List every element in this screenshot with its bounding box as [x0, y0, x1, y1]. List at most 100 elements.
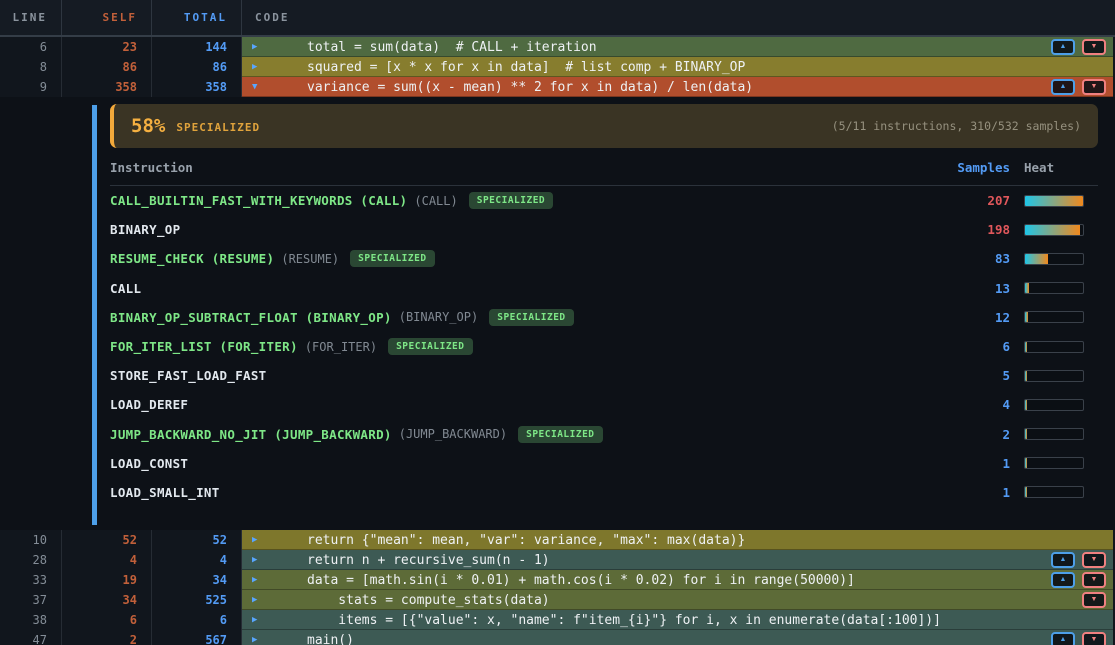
code-rows-bottom: 10 52 52 ▶return {"mean": mean, "var": v…	[0, 530, 1115, 645]
expand-collapsed-icon[interactable]: ▶	[252, 555, 307, 565]
code-heat-band[interactable]: ▶total = sum(data) # CALL + iteration ▲ …	[242, 37, 1113, 57]
heat-bar-fill	[1025, 487, 1027, 497]
jump-down-button[interactable]: ▼	[1082, 79, 1106, 95]
instruction-row: LOAD_SMALL_INT 1	[110, 478, 1098, 507]
line-number: 6	[0, 37, 62, 57]
heat-bar	[1024, 253, 1098, 265]
code-heat-band[interactable]: ▶squared = [x * x for x in data] # list …	[242, 57, 1113, 77]
code-row-line-37: 37 34 525 ▶ stats = compute_stats(data) …	[0, 590, 1115, 610]
col-header-self[interactable]: SELF	[62, 0, 152, 35]
code-heat-band[interactable]: ▶return {"mean": mean, "var": variance, …	[242, 530, 1113, 550]
col-header-instruction[interactable]: Instruction	[110, 160, 940, 175]
expand-expanded-icon[interactable]: ▼	[252, 82, 307, 92]
code-row-line-9: 9 358 358 ▼variance = sum((x - mean) ** …	[0, 77, 1115, 97]
code-heat-band[interactable]: ▼variance = sum((x - mean) ** 2 for x in…	[242, 77, 1113, 97]
heat-bar	[1024, 282, 1098, 294]
instruction-row: RESUME_CHECK (RESUME) (RESUME) SPECIALIZ…	[110, 244, 1098, 273]
instruction-detail-panel: 58% SPECIALIZED (5/11 instructions, 310/…	[0, 104, 1115, 530]
total-samples: 144	[152, 37, 242, 57]
heat-bar-fill	[1025, 429, 1027, 439]
instruction-row: STORE_FAST_LOAD_FAST 5	[110, 361, 1098, 390]
sample-count: 2	[940, 427, 1010, 442]
expand-collapsed-icon[interactable]: ▶	[252, 575, 307, 585]
specialized-badge: SPECIALIZED	[489, 309, 573, 326]
code-row-line-33: 33 19 34 ▶data = [math.sin(i * 0.01) + m…	[0, 570, 1115, 590]
sample-count: 1	[940, 485, 1010, 500]
code-heat-band[interactable]: ▶main() ▲ ▼	[242, 630, 1113, 645]
line-number: 38	[0, 610, 62, 630]
self-samples: 2	[62, 630, 152, 645]
code-heat-band[interactable]: ▶ stats = compute_stats(data) ▼	[242, 590, 1113, 610]
sample-count: 13	[940, 281, 1010, 296]
jump-up-button[interactable]: ▲	[1051, 39, 1075, 55]
sample-count: 207	[940, 193, 1010, 208]
self-samples: 358	[62, 77, 152, 97]
total-samples: 34	[152, 570, 242, 590]
specialized-badge: SPECIALIZED	[388, 338, 472, 355]
jump-up-button[interactable]: ▲	[1051, 632, 1075, 645]
expand-collapsed-icon[interactable]: ▶	[252, 535, 307, 545]
instruction-row: LOAD_CONST 1	[110, 449, 1098, 478]
total-samples: 4	[152, 550, 242, 570]
heat-bar	[1024, 428, 1098, 440]
heat-bar	[1024, 195, 1098, 207]
code-row-line-38: 38 6 6 ▶ items = [{"value": x, "name": f…	[0, 610, 1115, 630]
specialized-badge: SPECIALIZED	[350, 250, 434, 267]
heat-bar-fill	[1025, 225, 1080, 235]
code-heat-band[interactable]: ▶return n + recursive_sum(n - 1) ▲ ▼	[242, 550, 1113, 570]
profiler-app: LINE SELF TOTAL CODE 6 23 144 ▶total = s…	[0, 0, 1115, 645]
jump-up-button[interactable]: ▲	[1051, 572, 1075, 588]
heat-bar	[1024, 486, 1098, 498]
code-row-line-47: 47 2 567 ▶main() ▲ ▼	[0, 630, 1115, 645]
source-code: variance = sum((x - mean) ** 2 for x in …	[307, 80, 753, 95]
code-heat-band[interactable]: ▶ items = [{"value": x, "name": f"item_{…	[242, 610, 1113, 630]
heat-bar-fill	[1025, 400, 1027, 410]
total-samples: 358	[152, 77, 242, 97]
instruction-name: LOAD_DEREF	[110, 397, 188, 412]
jump-up-button[interactable]: ▲	[1051, 79, 1075, 95]
expand-collapsed-icon[interactable]: ▶	[252, 42, 307, 52]
source-code: stats = compute_stats(data)	[307, 593, 550, 608]
jump-down-button[interactable]: ▼	[1082, 552, 1106, 568]
instruction-name: LOAD_CONST	[110, 456, 188, 471]
total-samples: 52	[152, 530, 242, 550]
expand-collapsed-icon[interactable]: ▶	[252, 595, 307, 605]
source-code: return {"mean": mean, "var": variance, "…	[307, 533, 745, 548]
specialized-label: SPECIALIZED	[176, 121, 260, 134]
line-number: 10	[0, 530, 62, 550]
jump-up-button[interactable]: ▲	[1051, 552, 1075, 568]
expand-collapsed-icon[interactable]: ▶	[252, 62, 307, 72]
heat-bar	[1024, 311, 1098, 323]
instruction-name: STORE_FAST_LOAD_FAST	[110, 368, 267, 383]
heat-bar-fill	[1025, 283, 1029, 293]
self-samples: 86	[62, 57, 152, 77]
instruction-row: FOR_ITER_LIST (FOR_ITER) (FOR_ITER) SPEC…	[110, 332, 1098, 361]
total-samples: 86	[152, 57, 242, 77]
source-code: total = sum(data) # CALL + iteration	[307, 40, 597, 55]
code-row-line-8: 8 86 86 ▶squared = [x * x for x in data]…	[0, 57, 1115, 77]
col-header-total[interactable]: TOTAL	[152, 0, 242, 35]
heat-bar	[1024, 399, 1098, 411]
expand-collapsed-icon[interactable]: ▶	[252, 615, 307, 625]
code-heat-band[interactable]: ▶data = [math.sin(i * 0.01) + math.cos(i…	[242, 570, 1113, 590]
col-header-samples[interactable]: Samples	[940, 160, 1010, 175]
total-samples: 567	[152, 630, 242, 645]
col-header-heat[interactable]: Heat	[1024, 160, 1098, 175]
specialization-meta: (5/11 instructions, 310/532 samples)	[832, 119, 1081, 133]
code-row-line-28: 28 4 4 ▶return n + recursive_sum(n - 1) …	[0, 550, 1115, 570]
jump-down-button[interactable]: ▼	[1082, 592, 1106, 608]
instruction-base-op: (BINARY_OP)	[399, 310, 478, 324]
heat-bar	[1024, 341, 1098, 353]
jump-down-button[interactable]: ▼	[1082, 572, 1106, 588]
heat-bar-fill	[1025, 342, 1027, 352]
self-samples: 52	[62, 530, 152, 550]
jump-down-button[interactable]: ▼	[1082, 39, 1106, 55]
jump-down-button[interactable]: ▼	[1082, 632, 1106, 645]
instruction-row: BINARY_OP 198	[110, 215, 1098, 244]
heat-bar-fill	[1025, 371, 1027, 381]
self-samples: 4	[62, 550, 152, 570]
expand-collapsed-icon[interactable]: ▶	[252, 635, 307, 645]
specialized-badge: SPECIALIZED	[469, 192, 553, 209]
line-number: 28	[0, 550, 62, 570]
instruction-row: CALL_BUILTIN_FAST_WITH_KEYWORDS (CALL) (…	[110, 186, 1098, 215]
